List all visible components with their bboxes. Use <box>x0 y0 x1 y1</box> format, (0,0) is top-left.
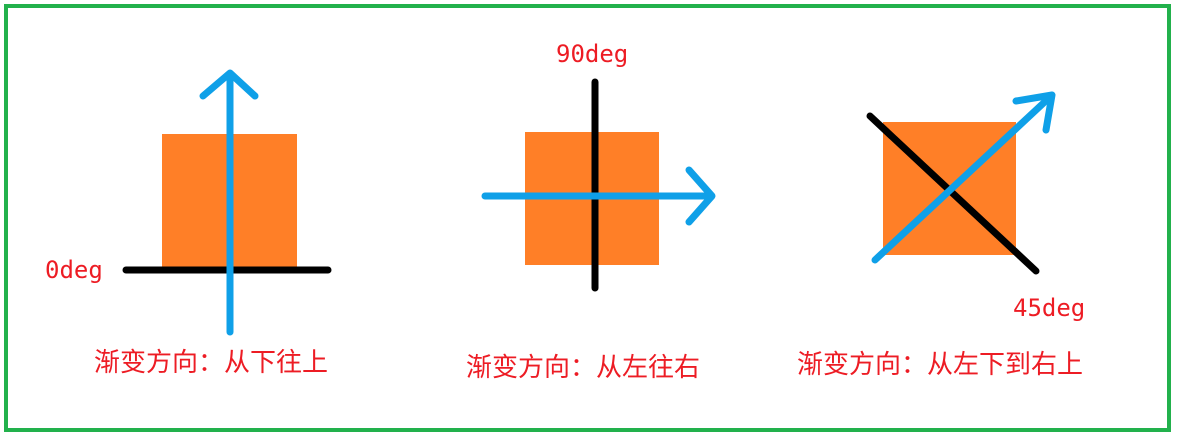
panel-45deg <box>866 91 1056 275</box>
panel-0deg <box>122 69 332 336</box>
caption-45deg: 渐变方向：从左下到右上 <box>797 350 1084 380</box>
angle-label-45deg: 45deg <box>1013 294 1086 322</box>
caption-90deg: 渐变方向：从左往右 <box>466 353 701 383</box>
caption-0deg: 渐变方向：从下往上 <box>94 348 329 378</box>
angle-label-90deg: 90deg <box>556 40 629 68</box>
angle-label-0deg: 0deg <box>45 256 103 284</box>
panel-90deg <box>481 78 716 292</box>
